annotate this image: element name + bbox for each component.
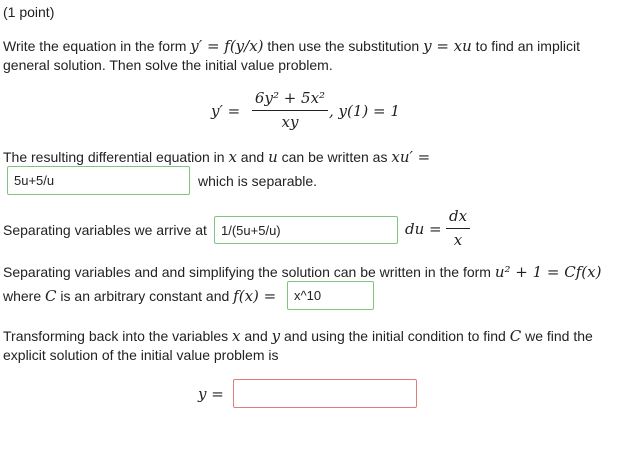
intro-text-a: Write the equation in the form (3, 38, 191, 54)
step2-answer-input[interactable] (214, 216, 398, 244)
step3-text: Separating variables and and simplifying… (3, 264, 495, 280)
step1-tail: can be written as (277, 149, 392, 165)
step4-line-2: explicit solution of the initial value p… (3, 347, 279, 363)
step1-after-text: which is separable. (198, 173, 318, 189)
step4-var-c: C (509, 327, 522, 345)
step3-f-equals: f(x) = (233, 287, 277, 305)
step4-var-y: y (271, 327, 281, 345)
step2-x: x (453, 231, 463, 249)
intro-line-1: Write the equation in the form y′ = f(y/… (3, 37, 580, 55)
problem-initial-condition: , y(1) = 1 (329, 102, 400, 120)
step1-prompt: The resulting differential equation in x… (3, 148, 430, 166)
step4-var-x: x (232, 327, 241, 345)
step3-mid: is an arbitrary constant and (56, 288, 234, 304)
problem-lhs: y′ = (211, 102, 241, 120)
intro-substitution-equation: y = xu (423, 37, 472, 55)
step1-var-u: u (268, 148, 278, 166)
intro-form-equation: y′ = f(y/x) (190, 37, 264, 55)
step1-text: The resulting differential equation in (3, 149, 229, 165)
intro-line-2: general solution. Then solve the initial… (3, 57, 333, 73)
step3-prompt: Separating variables and and simplifying… (3, 263, 601, 281)
step3-where: where (3, 288, 46, 304)
step1-and: and (236, 149, 269, 165)
step1-var-x: x (228, 148, 237, 166)
step4-y-equals: y = (198, 385, 224, 403)
points-label: (1 point) (3, 4, 55, 20)
intro-text-c: to find an implicit (471, 38, 580, 54)
step2-fraction-bar (446, 228, 470, 229)
step4-and: and (240, 328, 272, 344)
problem-fraction-bar (252, 110, 328, 111)
step4-text-b: and using the initial condition to find (280, 328, 510, 344)
step3-answer-input[interactable] (287, 281, 374, 310)
step1-equation: xu′ = (391, 148, 431, 166)
problem-denominator: xy (281, 113, 299, 131)
step2-du-equals: du = (405, 220, 442, 238)
step4-text-c: we find the (521, 328, 593, 344)
step4-text-a: Transforming back into the variables (3, 328, 233, 344)
step3-var-c: C (45, 287, 57, 305)
intro-text-b: then use the substitution (263, 38, 424, 54)
step3-form-equation: u² + 1 = Cf(x) (494, 263, 602, 281)
step2-dx: dx (448, 207, 468, 225)
step4-answer-input[interactable] (233, 379, 417, 408)
step4-prompt: Transforming back into the variables x a… (3, 327, 593, 345)
step2-prompt: Separating variables we arrive at (3, 222, 207, 238)
step3-where-line: where C is an arbitrary constant and f(x… (3, 287, 276, 305)
step1-answer-input[interactable] (7, 166, 190, 195)
problem-numerator: 6y² + 5x² (254, 89, 326, 107)
